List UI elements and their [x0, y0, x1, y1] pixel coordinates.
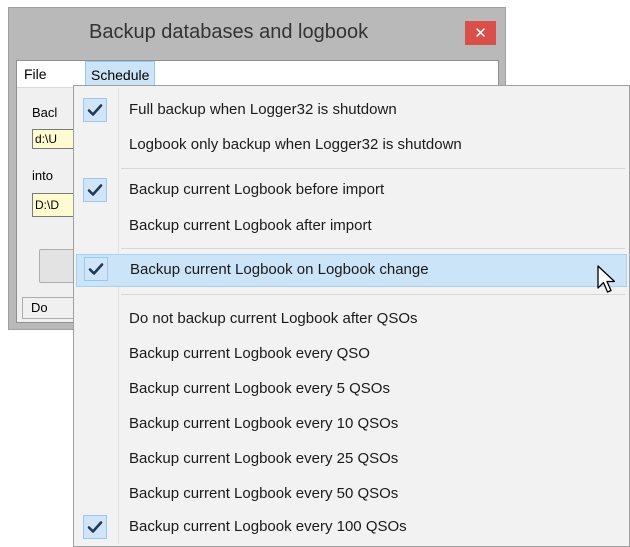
title-bar: Backup databases and logbook ✕	[9, 8, 505, 60]
menu-item-backup-every-qso[interactable]: Backup current Logbook every QSO	[76, 339, 627, 369]
backup-label: Bacl	[32, 105, 58, 120]
menu-item-backup-every-10-qsos[interactable]: Backup current Logbook every 10 QSOs	[76, 409, 627, 439]
menu-item-label: Backup current Logbook every 10 QSOs	[129, 415, 399, 432]
close-icon: ✕	[474, 25, 487, 42]
menu-item-backup-every-5-qsos[interactable]: Backup current Logbook every 5 QSOs	[76, 374, 627, 404]
menu-file[interactable]: File	[19, 61, 52, 87]
menu-item-backup-every-50-qsos[interactable]: Backup current Logbook every 50 QSOs	[76, 479, 627, 509]
menu-item-label: Backup current Logbook every 100 QSOs	[129, 518, 407, 535]
menu-item-label: Backup current Logbook every 25 QSOs	[129, 450, 399, 467]
check-icon	[83, 98, 107, 122]
menu-item-label: Backup current Logbook on Logbook change	[130, 261, 429, 278]
menu-item-full-backup-on-shutdown[interactable]: Full backup when Logger32 is shutdown	[76, 95, 627, 125]
menu-item-backup-before-import[interactable]: Backup current Logbook before import	[76, 175, 627, 205]
menu-item-label: Backup current Logbook before import	[129, 181, 385, 198]
menu-item-logbook-only-on-shutdown[interactable]: Logbook only backup when Logger32 is shu…	[76, 130, 627, 160]
menu-item-backup-on-logbook-change[interactable]: Backup current Logbook on Logbook change	[76, 254, 627, 287]
menu-item-label: Logbook only backup when Logger32 is shu…	[129, 136, 462, 153]
menu-item-label: Do not backup current Logbook after QSOs	[129, 310, 418, 327]
menu-separator	[121, 168, 625, 169]
menu-item-backup-every-100-qsos[interactable]: Backup current Logbook every 100 QSOs	[76, 512, 627, 542]
menu-item-no-backup-after-qsos[interactable]: Do not backup current Logbook after QSOs	[76, 304, 627, 334]
window-title: Backup databases and logbook	[89, 21, 369, 43]
menu-item-label: Backup current Logbook every 5 QSOs	[129, 380, 390, 397]
schedule-menu: Full backup when Logger32 is shutdown Lo…	[73, 85, 630, 547]
menu-item-label: Backup current Logbook after import	[129, 217, 372, 234]
menu-schedule[interactable]: Schedule	[85, 61, 156, 87]
check-icon	[83, 515, 107, 539]
check-icon	[83, 178, 107, 202]
menu-item-label: Backup current Logbook every QSO	[129, 345, 370, 362]
menu-item-label: Backup current Logbook every 50 QSOs	[129, 485, 399, 502]
menu-item-backup-every-25-qsos[interactable]: Backup current Logbook every 25 QSOs	[76, 444, 627, 474]
mouse-pointer-icon	[597, 265, 616, 293]
menu-separator	[121, 248, 625, 249]
menu-item-backup-after-import[interactable]: Backup current Logbook after import	[76, 211, 627, 241]
menu-bar: File Schedule	[17, 61, 498, 88]
into-label: into	[32, 168, 53, 183]
close-button[interactable]: ✕	[465, 21, 496, 45]
menu-item-label: Full backup when Logger32 is shutdown	[129, 101, 397, 118]
check-icon	[84, 257, 108, 281]
menu-separator	[121, 294, 625, 295]
